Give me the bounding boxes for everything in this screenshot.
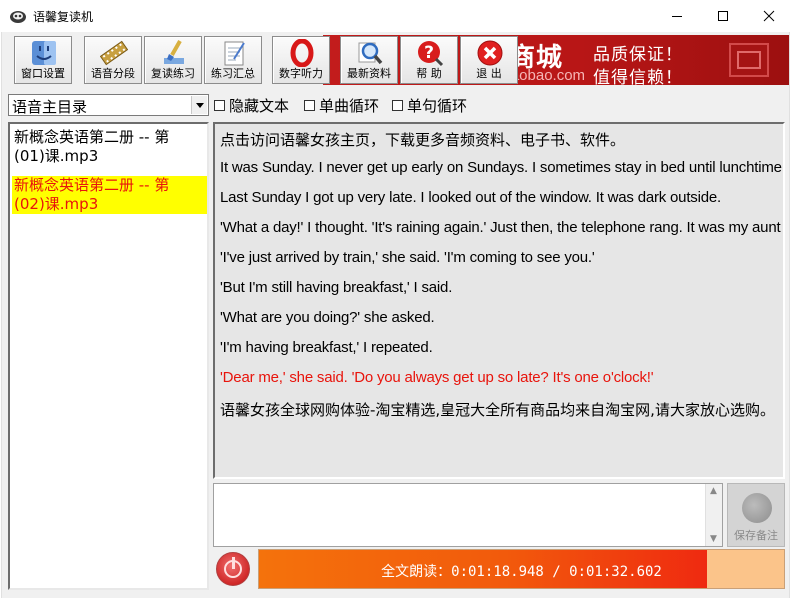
playlist-item-selected[interactable]: 新概念英语第二册 -- 第 (02)课.mp3: [12, 176, 207, 214]
notepad-icon: [220, 39, 248, 67]
transcript-line[interactable]: 'I've just arrived by train,' she said. …: [220, 249, 595, 266]
banner-slogan-quality: 品质保证！: [593, 45, 683, 65]
toolbar-label: 退 出: [476, 67, 502, 80]
toolbar-label: 帮 助: [416, 67, 442, 80]
checkbox-label: 隐藏文本: [229, 96, 290, 115]
directory-select[interactable]: 语音主目录: [8, 94, 209, 116]
checkbox-box[interactable]: [304, 100, 315, 111]
playlist-item-title: 新概念英语第二册 -- 第: [14, 176, 170, 194]
finder-face-icon: [30, 39, 58, 67]
banner-slogan-trust: 值得信赖！: [593, 68, 683, 85]
checkbox-label: 单曲循环: [319, 96, 380, 115]
scroll-up-icon[interactable]: ▲: [710, 486, 717, 496]
question-icon: ?: [416, 39, 444, 67]
repeat-practice-button[interactable]: 复读练习: [144, 36, 202, 84]
playlist-item-title: 新概念英语第二册 -- 第: [14, 128, 170, 146]
chevron-down-icon[interactable]: [191, 96, 207, 114]
number-zero-icon: [288, 38, 316, 68]
save-notes-button[interactable]: 保存备注: [727, 483, 785, 547]
transcript-line[interactable]: 'I'm having breakfast,' I repeated.: [220, 339, 433, 356]
hide-text-checkbox[interactable]: 隐藏文本: [214, 96, 290, 115]
directory-select-value: 语音主目录: [12, 98, 88, 116]
magnifier-icon: [356, 39, 384, 67]
toolbar-label: 窗口设置: [21, 67, 65, 80]
svg-text:?: ?: [424, 43, 434, 63]
toolbar-label: 复读练习: [151, 67, 195, 80]
transcript-link-line[interactable]: 点击访问语馨女孩主页，下载更多音频资料、电子书、软件。: [220, 129, 625, 150]
checkbox-label: 单句循环: [407, 96, 468, 115]
playlist-item[interactable]: 新概念英语第二册 -- 第 (01)课.mp3: [12, 128, 207, 166]
playlist[interactable]: 新概念英语第二册 -- 第 (01)课.mp3 新概念英语第二册 -- 第 (0…: [8, 122, 209, 590]
exit-button[interactable]: 退 出: [460, 36, 518, 84]
single-sentence-loop-checkbox[interactable]: 单句循环: [392, 96, 468, 115]
transcript-line[interactable]: 'What are you doing?' she asked.: [220, 309, 435, 326]
save-disc-icon: [742, 493, 772, 523]
paint-brush-icon: [160, 39, 188, 67]
power-stop-button[interactable]: [216, 552, 250, 586]
playlist-item-file: (01)课.mp3: [14, 147, 99, 165]
practice-summary-button[interactable]: 练习汇总: [204, 36, 262, 84]
help-button[interactable]: ? 帮 助: [400, 36, 458, 84]
transcript-pane[interactable]: 点击访问语馨女孩主页，下载更多音频资料、电子书、软件。 It was Sunda…: [213, 122, 785, 479]
audio-segment-button[interactable]: 语音分段: [84, 36, 142, 84]
playback-progress-bar[interactable]: 全文朗读：0:01:18.948 / 0:01:32.602: [258, 549, 785, 589]
close-x-icon: [476, 39, 504, 67]
toolbar-label: 数字听力: [279, 67, 323, 80]
maximize-icon: [718, 11, 728, 21]
film-strip-icon: [99, 39, 129, 67]
single-track-loop-checkbox[interactable]: 单曲循环: [304, 96, 380, 115]
notes-scrollbar[interactable]: ▲ ▼: [705, 484, 722, 546]
toolbar-label: 练习汇总: [211, 67, 255, 80]
latest-materials-button[interactable]: 最新资料: [340, 36, 398, 84]
playback-time-label: 全文朗读：0:01:18.948 / 0:01:32.602: [381, 564, 662, 580]
minimize-icon: [672, 16, 682, 17]
transcript-line-current[interactable]: 'Dear me,' she said. 'Do you always get …: [220, 369, 654, 386]
transcript-line[interactable]: 'But I'm still having breakfast,' I said…: [220, 279, 452, 296]
checkbox-box[interactable]: [392, 100, 403, 111]
app-client-area: 商城 mall.taobao.com 品质保证！ 值得信赖！ 窗口设置 语音分段…: [1, 32, 790, 598]
title-bar: 语馨复读机: [0, 0, 792, 32]
app-logo-icon: [9, 8, 27, 24]
banner-logo-icon: [729, 43, 769, 77]
maximize-button[interactable]: [700, 0, 746, 32]
scroll-down-icon[interactable]: ▼: [710, 534, 717, 544]
toolbar-label: 最新资料: [347, 67, 391, 80]
number-listening-button[interactable]: 数字听力: [272, 36, 330, 84]
minimize-button[interactable]: [654, 0, 700, 32]
transcript-line[interactable]: Last Sunday I got up very late. I looked…: [220, 189, 721, 206]
transcript-ad-line[interactable]: 语馨女孩全球网购体验-淘宝精选,皇冠大全所有商品均来自淘宝网,请大家放心选购。: [220, 399, 775, 420]
transcript-line[interactable]: It was Sunday. I never get up early on S…: [220, 159, 783, 176]
playlist-item-file: (02)课.mp3: [14, 195, 99, 213]
close-window-button[interactable]: [746, 0, 792, 32]
toolbar-label: 语音分段: [91, 67, 135, 80]
close-icon: [763, 10, 775, 22]
window-settings-button[interactable]: 窗口设置: [14, 36, 72, 84]
toolbar: 商城 mall.taobao.com 品质保证！ 值得信赖！ 窗口设置 语音分段…: [2, 32, 791, 88]
notes-textarea[interactable]: ▲ ▼: [213, 483, 723, 547]
checkbox-box[interactable]: [214, 100, 225, 111]
window-title: 语馨复读机: [33, 10, 94, 24]
transcript-line[interactable]: 'What a day!' I thought. 'It's raining a…: [220, 219, 783, 236]
save-notes-label: 保存备注: [734, 529, 778, 542]
